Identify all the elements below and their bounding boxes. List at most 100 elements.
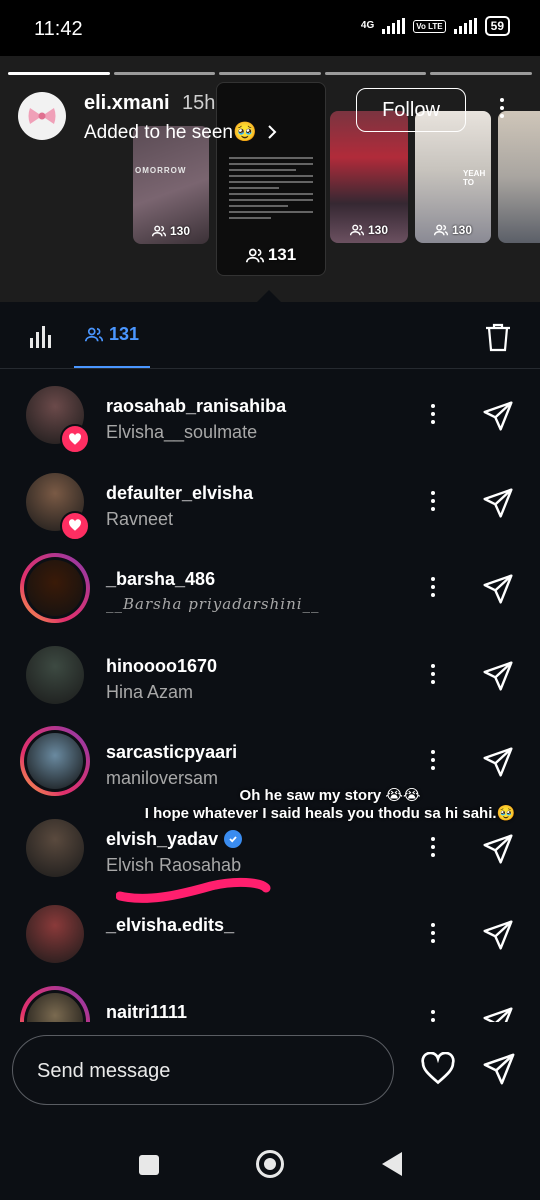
bow-icon [28,108,56,124]
back-button[interactable] [382,1152,402,1176]
chevron-right-icon [267,125,277,139]
viewer-username[interactable]: naitri1111 [106,1002,187,1023]
send-icon[interactable] [482,487,514,524]
tab-viewers[interactable]: 131 [74,302,150,368]
more-options-icon[interactable] [431,577,435,597]
viewer-username[interactable]: raosahab_ranisahiba [106,396,286,417]
battery-icon: 59 [484,16,510,36]
viewer-row[interactable]: _barsha_486 __Barsha priyadarshini__ [0,543,540,629]
story-avatar[interactable] [18,92,66,140]
send-icon[interactable] [482,660,514,697]
viewers-icon [151,225,166,237]
more-options-icon[interactable] [431,404,435,424]
send-icon[interactable] [482,833,514,870]
avatar[interactable] [20,985,90,1022]
thumbnail-views: 130 [330,223,408,237]
viewers-icon [84,327,103,341]
heart-icon[interactable] [420,1052,456,1086]
avatar-story-ring [24,989,86,1022]
thumbnail-views: 130 [415,223,491,237]
avatar-image [27,560,83,616]
avatar[interactable] [20,553,90,623]
progress-segment [219,72,321,75]
username-text: raosahab_ranisahiba [106,396,287,416]
follow-button[interactable]: Follow [356,88,466,132]
send-icon[interactable] [482,1006,514,1022]
highlight-scribble [116,877,271,903]
viewer-username[interactable]: hinoooo1670 [106,656,217,677]
story-header: eli.xmani 15h Added to he seen🥹 Follow [18,88,528,152]
status-icons: 4G Vo LTE 59 [361,16,510,36]
send-message-input[interactable] [35,1054,369,1088]
viewer-username[interactable]: elvish_yadav [106,828,243,850]
send-icon[interactable] [482,1052,516,1086]
viewer-username[interactable]: sarcasticpyaari [106,742,237,763]
viewer-row[interactable]: hinoooo1670 Hina Azam [0,630,540,716]
username-text: _barsha_486 [106,569,216,589]
more-options-icon[interactable] [431,750,435,770]
send-icon[interactable] [482,919,514,956]
story-text-preview [229,157,313,223]
overlay-text-2: I hope whatever I said heals you thodu s… [144,805,516,822]
system-nav-bar [0,1130,540,1200]
send-icon[interactable] [482,573,514,610]
viewer-fullname: Ravneet [106,508,174,529]
message-composer [12,1035,394,1105]
viewers-count: 131 [108,323,140,344]
more-options-icon[interactable] [431,1009,435,1023]
volte-badge: Vo LTE [413,19,446,33]
status-bar: 11:42 4G Vo LTE 59 [0,0,540,56]
viewer-username[interactable]: _barsha_486 [106,569,215,590]
avatar-story-ring [24,557,86,619]
signal-icon [382,18,406,34]
recents-button[interactable] [139,1155,159,1175]
view-count: 130 [451,223,473,237]
username-text: hinoooo1670 [106,655,218,676]
avatar-image [27,733,83,789]
username-text: naitri1111 [106,1001,188,1022]
viewer-row[interactable]: raosahab_ranisahiba Elvisha__soulmate [0,370,540,456]
avatar[interactable] [26,818,84,877]
send-icon[interactable] [482,400,514,437]
more-options-icon[interactable] [431,836,435,857]
viewer-row[interactable]: naitri1111 [0,976,540,1023]
send-icon[interactable] [482,746,514,783]
story-username[interactable]: eli.xmani [84,92,170,115]
signal-icon-2 [453,18,477,34]
username-text: defaulter_elvisha [106,482,254,503]
more-options-icon[interactable] [431,923,435,943]
thumbnail-text: OMORROW [135,166,187,175]
viewer-fullname: __Barsha priyadarshini__ [106,595,320,613]
story-progress [8,72,532,75]
view-count: 130 [367,223,389,237]
viewer-username[interactable]: defaulter_elvisha [106,483,253,504]
viewer-username[interactable]: _elvisha.edits_ [106,915,234,936]
verified-badge-icon [224,830,243,848]
home-button[interactable] [256,1150,284,1178]
more-options-icon[interactable] [431,663,435,684]
avatar[interactable] [26,645,84,704]
more-options-icon[interactable] [431,490,435,511]
username-text: _elvisha.edits_ [106,915,235,935]
username-text: sarcasticpyaari [106,742,238,762]
avatar[interactable] [26,905,84,963]
insights-icon[interactable] [30,324,54,348]
network-type: 4G [360,20,375,31]
username-text: elvish_yadav [106,828,219,849]
more-options-icon[interactable] [498,98,506,118]
story-time: 15h [182,92,216,114]
avatar[interactable] [20,726,90,796]
avatar-image [27,992,83,1022]
viewer-list: raosahab_ranisahiba Elvisha__soulmatedefa… [0,370,540,1022]
progress-segment [430,72,532,75]
viewer-fullname: Elvisha__soulmate [106,422,258,442]
status-time: 11:42 [34,18,83,40]
viewer-toolbar: 131 [0,302,540,369]
story-caption[interactable]: Added to he seen🥹 [84,120,277,144]
thumbnail-views: 130 [133,224,209,238]
trash-icon[interactable] [484,322,512,352]
progress-segment [113,72,216,75]
avatar-story-ring [24,730,86,792]
progress-segment [324,72,427,75]
viewer-row[interactable]: defaulter_elvisha Ravneet [0,457,540,543]
